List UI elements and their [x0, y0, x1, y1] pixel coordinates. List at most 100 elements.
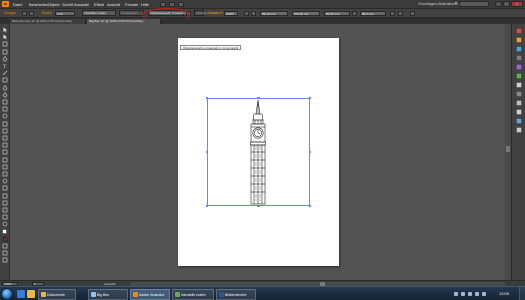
volume-icon[interactable] [468, 292, 472, 296]
opacity-label[interactable]: Deckkraft [208, 11, 223, 15]
maximize-icon[interactable]: □ [503, 1, 510, 7]
reference-point-icon[interactable] [251, 11, 256, 16]
opacity-field[interactable]: 100% [224, 10, 238, 16]
column-graph-icon[interactable] [2, 193, 8, 199]
gradient-panel-icon[interactable] [516, 91, 522, 97]
resize-handle-bottom[interactable] [257, 204, 260, 208]
tab-big-ben[interactable]: Big-Ben.ai* @ 100% (CMYK/Vorschau) [87, 18, 161, 24]
panel-menu-icon[interactable] [410, 11, 415, 16]
vertical-scrollbar-thumb[interactable] [506, 146, 510, 152]
perspective-grid-icon[interactable] [2, 149, 8, 155]
align-icon[interactable] [244, 11, 249, 16]
menu-item-objekt[interactable]: Objekt [48, 2, 60, 7]
menu-item-fenster[interactable]: Fenster [125, 2, 139, 7]
resize-handle-top-left[interactable] [205, 96, 209, 100]
horizontal-scrollbar-thumb[interactable] [320, 282, 325, 286]
explorer-icon[interactable] [27, 290, 35, 298]
eraser-icon[interactable] [2, 106, 8, 112]
selection-tool-icon[interactable] [2, 27, 8, 33]
link-proportions-icon[interactable] [352, 11, 357, 16]
stroke-weight-field[interactable]: 1 Pt. [55, 10, 75, 16]
x-field[interactable]: 95,49 mm [260, 10, 288, 16]
lasso-icon[interactable] [2, 49, 8, 55]
pencil-icon[interactable] [2, 91, 8, 98]
free-transform-icon[interactable] [2, 135, 8, 141]
stroke-color-icon[interactable] [2, 236, 8, 242]
rectangle-icon[interactable] [2, 77, 8, 83]
layers-panel-icon[interactable] [516, 118, 522, 124]
close-icon[interactable]: × [511, 1, 523, 7]
artboard-icon[interactable] [2, 200, 8, 206]
symbol-sprayer-icon[interactable] [2, 185, 8, 191]
menu-item-effekt[interactable]: Effekt [94, 2, 104, 7]
resize-handle-top[interactable] [257, 96, 260, 100]
color-guide-icon[interactable] [516, 37, 522, 43]
blob-brush-icon[interactable] [2, 99, 8, 105]
graphic-styles-icon[interactable] [516, 73, 522, 79]
swatches-icon[interactable] [516, 46, 522, 52]
width-field[interactable]: 84,85 mm [324, 10, 350, 16]
vertical-scrollbar[interactable] [505, 24, 511, 280]
menu-item-hilfe[interactable]: Hilfe [141, 2, 149, 7]
fill-swatch-icon[interactable] [22, 11, 27, 16]
paintbrush-icon[interactable] [2, 84, 8, 91]
taskbar-item-illustrator[interactable]: Adobe Illustrator [130, 288, 170, 300]
symbols-icon[interactable] [516, 64, 522, 70]
show-desktop-button[interactable] [519, 287, 525, 300]
eyedropper-icon[interactable] [2, 171, 8, 177]
taskbar-item-dokumente[interactable]: Dokumente [38, 288, 76, 300]
arrange-documents-icon[interactable] [169, 1, 175, 7]
pen-icon[interactable] [2, 55, 8, 62]
stroke-panel-icon[interactable] [516, 82, 522, 88]
scale-icon[interactable] [2, 121, 8, 127]
live-paint-button[interactable]: Interaktiv malen [194, 10, 218, 16]
tab-bildrecherche[interactable]: Bildrecherche.ai* @ 66% (CMYK/Vorschau) [10, 18, 86, 24]
big-ben-illustration[interactable] [247, 100, 269, 205]
appearance-panel-icon[interactable] [516, 109, 522, 115]
resize-handle-left[interactable] [205, 150, 209, 154]
rotate-icon[interactable] [2, 113, 8, 119]
workspace-label[interactable]: Grundlagen-Illustrationen [418, 2, 458, 6]
ie-icon[interactable] [17, 290, 25, 298]
network-icon[interactable] [461, 292, 465, 296]
gradient-icon[interactable] [2, 164, 8, 170]
warp-icon[interactable] [2, 128, 8, 134]
drawing-mode-icon[interactable] [2, 250, 8, 256]
swap-icon[interactable] [2, 243, 8, 249]
chevron-down-icon[interactable] [455, 2, 457, 4]
workspace-switcher-icon[interactable] [178, 1, 184, 7]
screen-mode-icon[interactable] [2, 257, 8, 263]
direct-selection-tool-icon[interactable] [2, 34, 8, 40]
expand-button[interactable]: Umwandeln [119, 10, 144, 16]
slice-icon[interactable] [2, 207, 8, 213]
hand-icon[interactable] [2, 214, 8, 220]
transparency-panel-icon[interactable] [516, 100, 522, 106]
mesh-icon[interactable] [2, 157, 8, 163]
blend-icon[interactable] [2, 178, 8, 184]
y-field[interactable]: 105,81 mm [292, 10, 320, 16]
isolate-group-icon[interactable] [398, 11, 403, 16]
magic-wand-icon[interactable] [2, 41, 8, 47]
menu-item-auswahl[interactable]: Auswahl [74, 2, 89, 7]
image-trace-button[interactable]: Interaktiv malen [82, 10, 116, 16]
menu-item-bearbeiten[interactable]: Bearbeiten [29, 2, 48, 7]
shape-builder-icon[interactable] [2, 142, 8, 148]
search-input[interactable] [459, 1, 489, 7]
language-icon[interactable] [475, 292, 479, 296]
height-field[interactable]: 88,4 mm [360, 10, 386, 16]
type-icon[interactable]: T [2, 63, 8, 69]
resize-handle-bottom-left[interactable] [205, 204, 209, 208]
stroke-label[interactable]: Kontur [42, 11, 52, 15]
taskbar-item-bildrecherche[interactable]: Bildrecherche [216, 288, 256, 300]
menu-item-datei[interactable]: Datei [13, 2, 22, 7]
fill-color-icon[interactable] [2, 228, 8, 235]
taskbar-item-big-ben[interactable]: Big Ben [88, 288, 128, 300]
stroke-swatch-icon[interactable] [29, 11, 34, 16]
transform-icon[interactable] [390, 11, 395, 16]
resize-handle-right[interactable] [308, 150, 312, 154]
flag-icon[interactable] [482, 292, 486, 296]
menu-item-ansicht[interactable]: Ansicht [107, 2, 120, 7]
menu-item-schrift[interactable]: Schrift [62, 2, 73, 7]
clock[interactable]: 13:09 [499, 291, 509, 296]
minimize-icon[interactable]: – [495, 1, 502, 7]
